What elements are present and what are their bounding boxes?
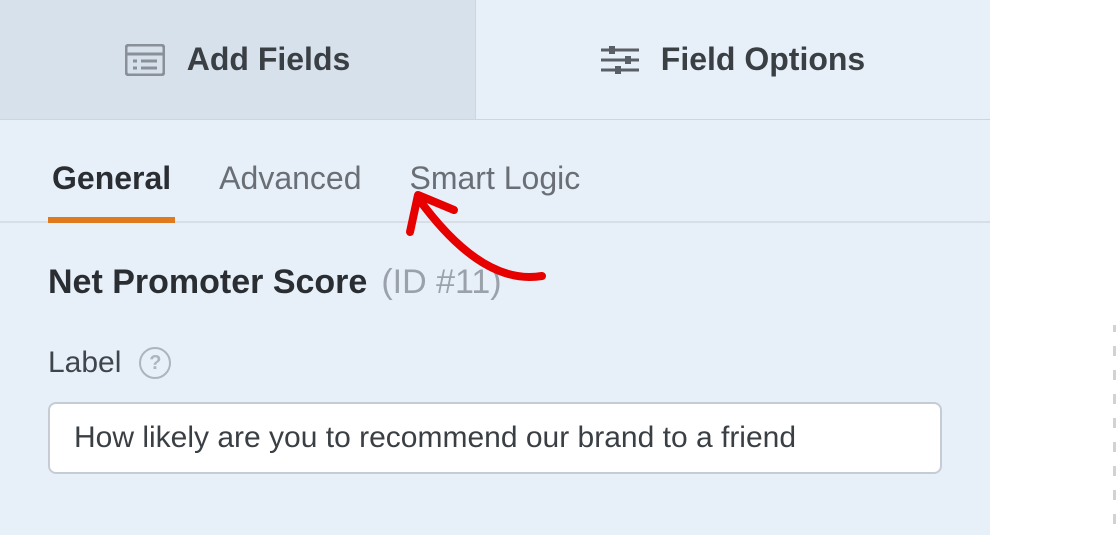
top-tabs: Add Fields Field Options <box>0 0 990 120</box>
subtab-general[interactable]: General <box>48 138 175 221</box>
sub-tabs: General Advanced Smart Logic <box>0 138 990 223</box>
field-title-row: Net Promoter Score (ID #11) <box>48 263 942 302</box>
label-row: Label ? <box>48 346 942 380</box>
form-drop-guide <box>1078 325 1116 535</box>
list-card-icon <box>125 44 165 76</box>
subtab-advanced[interactable]: Advanced <box>215 138 365 221</box>
tab-add-fields[interactable]: Add Fields <box>0 0 476 119</box>
subtab-smart-logic[interactable]: Smart Logic <box>406 138 585 221</box>
canvas-area <box>990 0 1116 535</box>
sliders-icon <box>601 44 639 76</box>
tab-field-options-label: Field Options <box>661 41 865 78</box>
tab-add-fields-label: Add Fields <box>187 41 351 78</box>
label-field-label: Label <box>48 346 121 380</box>
field-options-content: Net Promoter Score (ID #11) Label ? <box>0 223 990 474</box>
field-options-panel: Add Fields Field Options General Advance… <box>0 0 990 535</box>
field-type-title: Net Promoter Score <box>48 263 367 302</box>
tab-field-options[interactable]: Field Options <box>476 0 990 119</box>
label-input[interactable] <box>48 402 942 474</box>
field-id-label: (ID #11) <box>381 263 501 302</box>
help-icon[interactable]: ? <box>139 347 171 379</box>
